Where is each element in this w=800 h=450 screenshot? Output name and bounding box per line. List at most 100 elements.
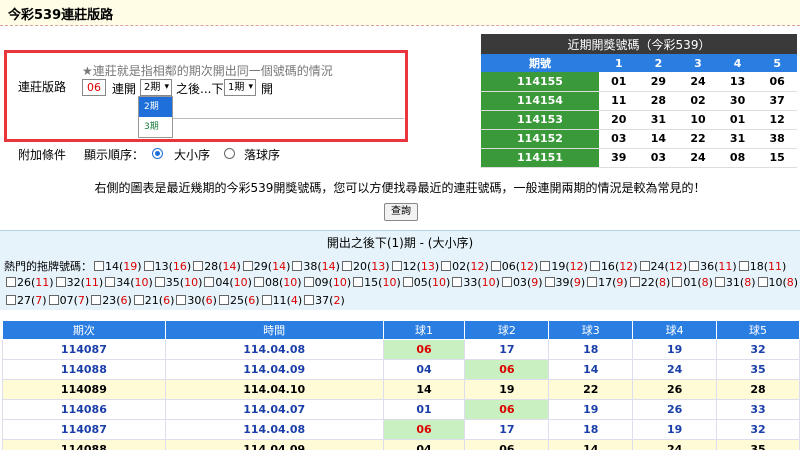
dropdown-option[interactable]: 3期 (139, 117, 172, 137)
next-select[interactable]: 1期 ▾ (224, 79, 256, 96)
recent-header: 期號 (481, 54, 599, 72)
hot-paren: ) (633, 260, 638, 273)
recent-header: 2 (638, 54, 679, 72)
hot-checkbox[interactable] (757, 277, 768, 287)
hot-checkbox[interactable] (501, 277, 512, 287)
hot-paren: ) (385, 260, 390, 273)
hot-checkbox[interactable] (91, 295, 102, 305)
table-row: 114088 114.04.09 04 06 14 24 35 (2, 359, 800, 380)
hot-number: 29 (253, 260, 268, 273)
hot-checkbox[interactable] (303, 277, 314, 287)
hot-checkbox[interactable] (6, 277, 16, 287)
hot-checkbox[interactable] (452, 277, 463, 287)
draw-number: 03 (599, 129, 639, 149)
draw-number: 29 (638, 72, 679, 92)
hot-checkbox[interactable] (672, 277, 683, 287)
query-button[interactable]: 查詢 (384, 203, 418, 221)
hot-paren: ) (148, 276, 153, 289)
hot-number: 07 (59, 294, 74, 307)
hot-count: 14 (321, 260, 336, 273)
hot-checkbox[interactable] (143, 261, 154, 271)
hot-number: 01 (683, 276, 698, 289)
hot-checkbox[interactable] (689, 261, 700, 271)
hot-checkbox[interactable] (261, 295, 272, 305)
period-id: 114153 (481, 110, 599, 130)
results-header: 球3 (548, 320, 634, 340)
hot-checkbox[interactable] (589, 261, 600, 271)
hot-checkbox[interactable] (341, 261, 352, 271)
order-label: 顯示順序： (84, 148, 145, 162)
ball-cell: 32 (716, 339, 800, 360)
hot-count: 11 (35, 276, 50, 289)
hot-checkbox[interactable] (402, 277, 413, 287)
hot-checkbox[interactable] (193, 261, 204, 271)
hot-paren: ) (732, 260, 737, 273)
hot-checkbox[interactable] (292, 261, 303, 271)
ball-cell: 14 (548, 439, 634, 450)
draw-number: 28 (638, 91, 679, 111)
hot-paren: ) (286, 260, 291, 273)
hot-number: 23 (102, 294, 117, 307)
hot-paren: ) (84, 294, 90, 307)
hot-paren: ) (42, 294, 47, 307)
periods-select[interactable]: 2期 ▾ (140, 79, 172, 96)
hot-checkbox[interactable] (218, 295, 229, 305)
radio-size-order[interactable] (152, 148, 163, 159)
ball-cell: 35 (716, 439, 800, 450)
period-cell: 114087 (2, 419, 166, 440)
hot-checkbox[interactable] (176, 295, 187, 305)
hot-checkbox[interactable] (540, 261, 551, 271)
hot-checkbox[interactable] (714, 277, 725, 287)
hot-checkbox[interactable] (629, 277, 640, 287)
hot-count: 6 (205, 294, 213, 307)
ball-cell: 17 (464, 419, 550, 440)
hot-checkbox[interactable] (94, 261, 104, 271)
recent-row: 114154 11 28 02 30 37 (481, 91, 797, 111)
results-header: 球5 (716, 320, 800, 340)
hot-checkbox[interactable] (441, 261, 452, 271)
results-header: 球2 (464, 320, 550, 340)
hot-paren: ) (212, 294, 217, 307)
hot-checkbox[interactable] (133, 295, 144, 305)
date-cell: 114.04.07 (164, 399, 384, 420)
hot-checkbox[interactable] (253, 277, 264, 287)
hot-paren: ) (708, 276, 713, 289)
hot-number: 15 (364, 276, 379, 289)
hot-checkbox[interactable] (353, 277, 364, 287)
hot-checkbox[interactable] (544, 277, 555, 287)
ball-cell: 35 (716, 359, 800, 380)
draw-number: 30 (717, 91, 758, 111)
hot-count: 10 (382, 276, 397, 289)
radio-drop-order[interactable] (224, 148, 235, 159)
hot-paren: ) (346, 276, 352, 289)
dropdown-option[interactable]: 2期 (139, 97, 172, 117)
hot-count: 19 (123, 260, 138, 273)
hot-checkbox[interactable] (490, 261, 501, 271)
hot-count: 9 (573, 276, 581, 289)
results-header: 期次 (2, 320, 166, 340)
results-header: 時間 (164, 320, 384, 340)
hot-checkbox[interactable] (391, 261, 402, 271)
results-header: 球4 (632, 320, 718, 340)
number-input[interactable]: 06 (82, 79, 106, 96)
date-cell: 114.04.08 (164, 339, 384, 360)
hot-number: 19 (551, 260, 566, 273)
period-cell: 114088 (2, 439, 166, 450)
ball-cell: 06 (464, 399, 550, 420)
hot-paren: ) (255, 294, 260, 307)
hot-checkbox[interactable] (105, 277, 116, 287)
hot-checkbox[interactable] (154, 277, 165, 287)
hot-checkbox[interactable] (304, 295, 315, 305)
period-cell: 114086 (2, 399, 166, 420)
hot-paren: ) (127, 294, 132, 307)
hot-checkbox[interactable] (738, 261, 749, 271)
hot-number: 09 (314, 276, 329, 289)
hot-checkbox[interactable] (55, 277, 66, 287)
hot-checkbox[interactable] (6, 295, 16, 305)
hot-checkbox[interactable] (587, 277, 598, 287)
hot-checkbox[interactable] (204, 277, 215, 287)
hot-checkbox[interactable] (48, 295, 59, 305)
hot-checkbox[interactable] (242, 261, 253, 271)
hot-checkbox[interactable] (639, 261, 650, 271)
hot-paren: ) (623, 276, 628, 289)
